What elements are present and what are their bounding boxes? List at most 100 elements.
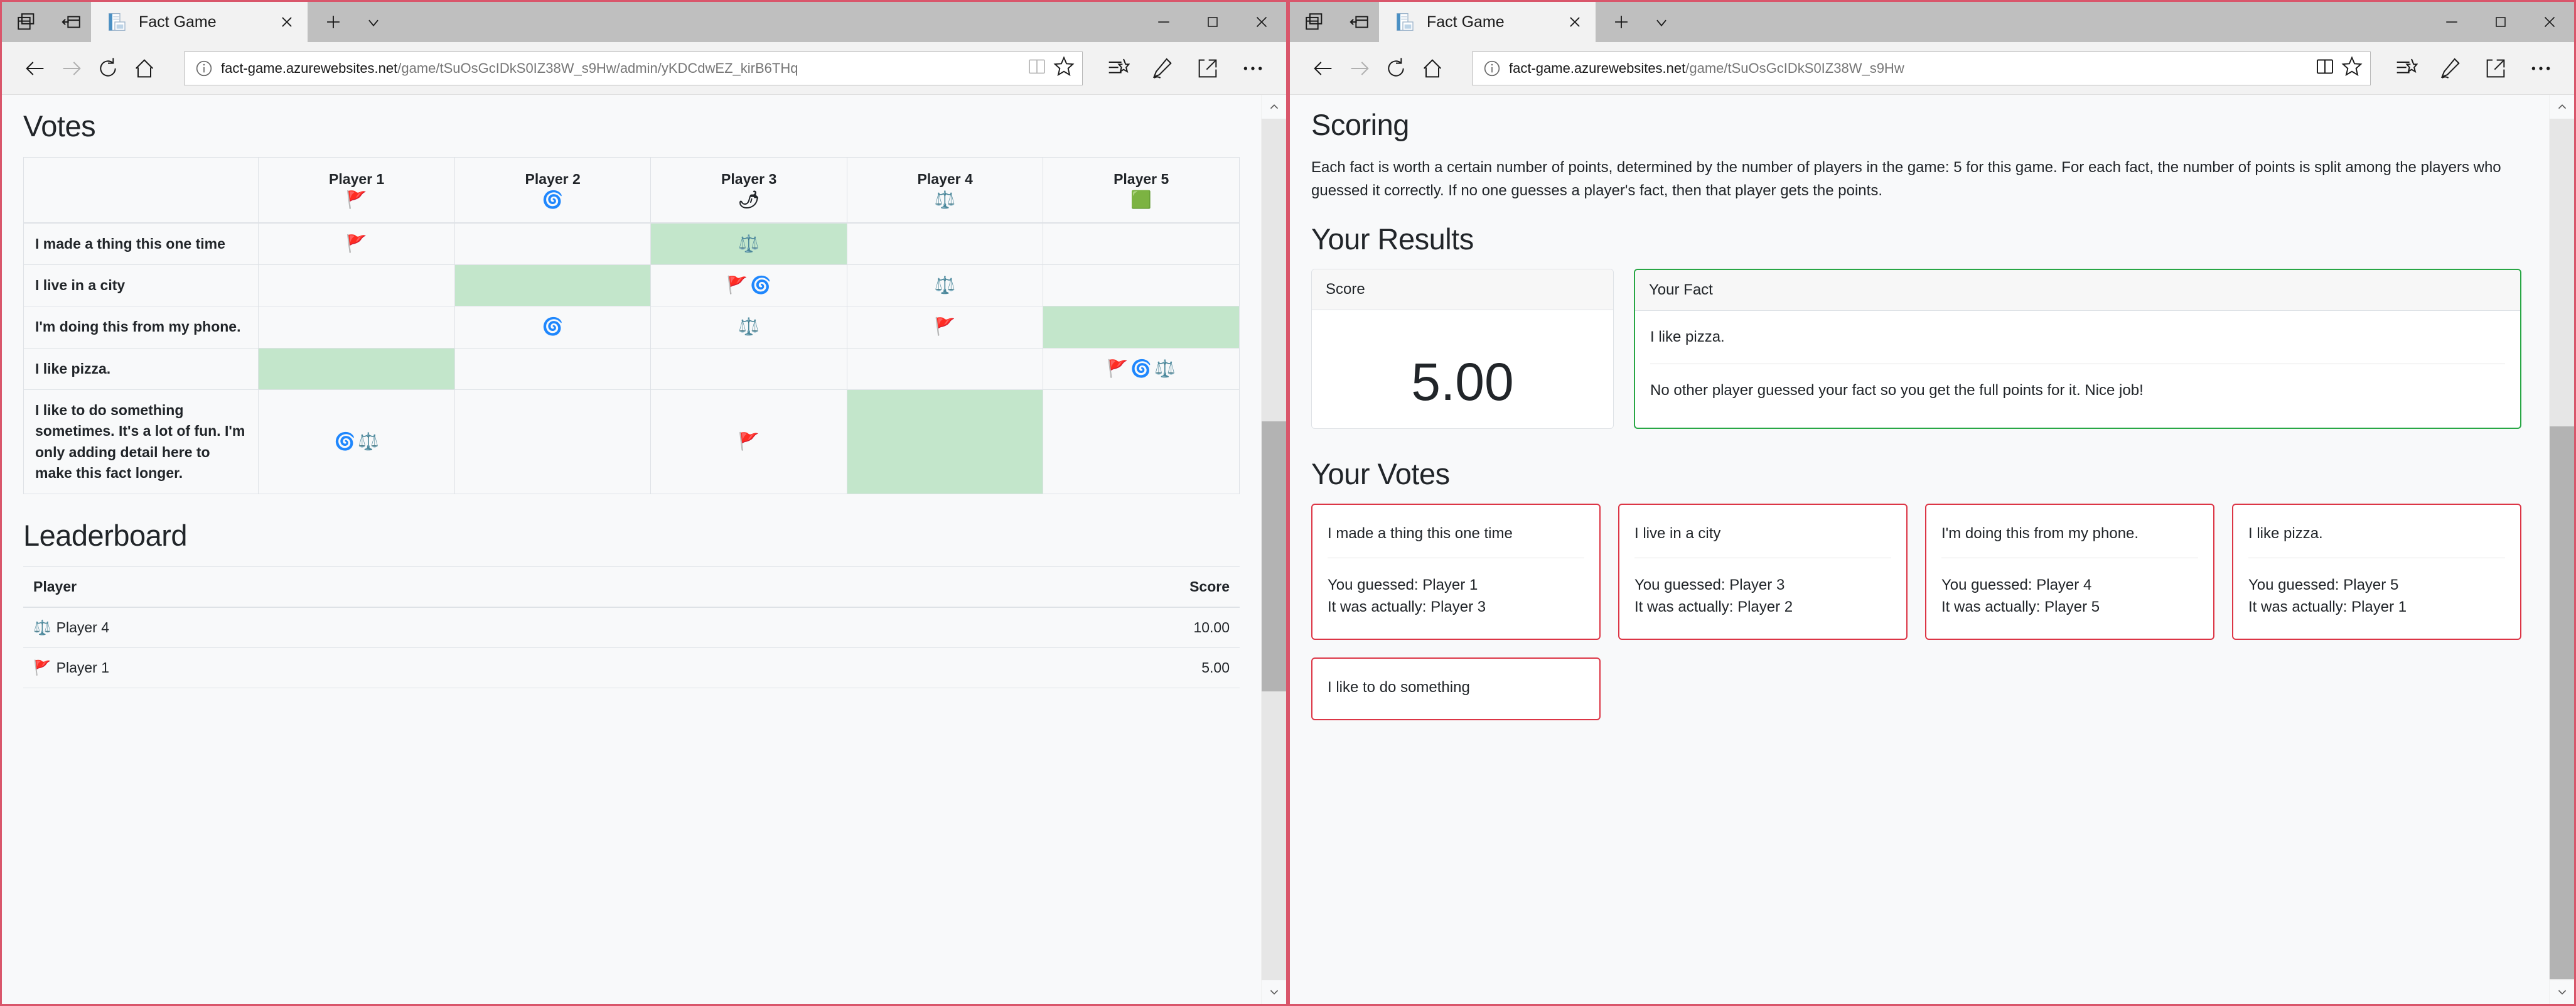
tabs-preview-icon[interactable] [16, 11, 37, 33]
table-row: I like to do something sometimes. It's a… [23, 389, 1240, 495]
leaderboard-heading: Leaderboard [23, 519, 188, 553]
scrollbar-thumb[interactable] [2550, 426, 2574, 979]
reading-view-icon[interactable] [2314, 55, 2336, 81]
scoring-heading: Scoring [1311, 108, 1409, 141]
refresh-icon[interactable] [90, 50, 126, 87]
reading-view-icon[interactable] [1026, 55, 1048, 81]
set-tabs-aside-icon[interactable] [1349, 11, 1370, 33]
scrollbar-thumb[interactable] [1262, 421, 1286, 691]
close-window-icon[interactable] [1237, 2, 1286, 42]
vote-cell [846, 222, 1044, 265]
player-avatar-icon: 🌶 [738, 190, 760, 210]
home-icon[interactable] [126, 50, 163, 87]
page-scrollbar-right[interactable] [2549, 95, 2574, 1004]
page-favicon-icon [1395, 11, 1415, 33]
leaderboard-table: Player Score ⚖️ Player 4 10.00 🚩 Player 1 5.0… [23, 566, 1240, 689]
vote-card: I live in a city You guessed: Player 3 It … [1618, 504, 1908, 640]
toolbar-right: fact-game.azurewebsites.net/game/tSuOsGc… [1290, 42, 2574, 95]
site-info-icon[interactable] [193, 58, 215, 79]
fact-label: I like pizza. [23, 347, 259, 390]
minimize-icon[interactable] [2427, 2, 2476, 42]
page-viewport-right: Scoring Each fact is worth a certain num… [1290, 95, 2574, 1004]
new-tab-icon[interactable] [323, 11, 344, 33]
tabs-preview-icon[interactable] [1304, 11, 1325, 33]
vote-cell: ⚖️ [650, 306, 847, 349]
player-name: Player 1 [56, 659, 110, 676]
star-icon[interactable] [2340, 55, 2364, 82]
star-icon[interactable] [1052, 55, 1076, 82]
more-icon[interactable] [1235, 50, 1271, 87]
player-vote-icon: 🚩 [1107, 359, 1129, 379]
grid-filler [2232, 657, 2521, 720]
dual-browser-screen: Fact Game fact-game.azurewebsites.net/ga… [0, 0, 2576, 1006]
tab-strip-drag-area [399, 2, 1139, 42]
back-arrow-icon[interactable] [1305, 50, 1341, 87]
vote-cell: 🚩 [650, 389, 847, 495]
vote-card-guess: You guessed: Player 5 [2248, 576, 2399, 594]
scrollbar-track[interactable] [2550, 119, 2574, 980]
home-icon[interactable] [1414, 50, 1451, 87]
scroll-down-icon[interactable] [1262, 980, 1286, 1004]
vote-cell: 🌀 ⚖️ [258, 389, 455, 495]
close-icon[interactable] [1564, 11, 1586, 33]
votes-player-header: Player 2 🌀 [454, 157, 652, 224]
leaderboard-player-cell: ⚖️ Player 4 [23, 607, 771, 649]
votes-header-row: Player 1 🚩 Player 2 🌀 Player 3 🌶 Player … [23, 157, 1240, 224]
votes-player-header: Player 1 🚩 [258, 157, 455, 224]
close-window-icon[interactable] [2525, 2, 2574, 42]
player-name: Player 4 [56, 619, 110, 636]
maximize-icon[interactable] [2476, 2, 2525, 42]
tab-title: Fact Game [139, 13, 217, 31]
tab-strip-right: Fact Game [1290, 2, 2574, 42]
scrollbar-track[interactable] [1262, 119, 1286, 980]
vote-card-fact: I live in a city [1634, 525, 1721, 543]
scroll-up-icon[interactable] [2550, 95, 2574, 119]
table-row: 🚩 Player 1 5.00 [23, 647, 1240, 689]
set-tabs-aside-icon[interactable] [61, 11, 82, 33]
player-name: Player 5 [1114, 171, 1169, 188]
vote-card-partial: I like to do something [1311, 657, 1601, 720]
scroll-down-icon[interactable] [2550, 980, 2574, 1004]
share-icon[interactable] [1189, 50, 1226, 87]
more-icon[interactable] [2523, 50, 2559, 87]
vote-card-guess: You guessed: Player 1 [1328, 576, 1478, 594]
tab-system-buttons-right [1290, 2, 1379, 42]
close-icon[interactable] [276, 11, 298, 33]
vote-cell-correct: ⚖️ [650, 222, 847, 265]
your-fact-note: No other player guessed your fact so you… [1650, 381, 2144, 399]
fact-label: I live in a city [23, 264, 259, 307]
share-icon[interactable] [2477, 50, 2514, 87]
new-tab-icon[interactable] [1611, 11, 1632, 33]
tab-actions-right [1596, 2, 1687, 42]
address-bar-right[interactable]: fact-game.azurewebsites.net/game/tSuOsGc… [1472, 51, 2371, 85]
chevron-down-icon[interactable] [363, 11, 384, 33]
refresh-icon[interactable] [1378, 50, 1414, 87]
favorites-hub-icon[interactable] [2387, 50, 2423, 87]
vote-cell [258, 306, 455, 349]
site-info-icon[interactable] [1481, 58, 1503, 79]
player-vote-icon: 🚩 [738, 432, 759, 452]
browser-window-right: Fact Game fact-game.azurewebsites.net/ga… [1288, 0, 2576, 1006]
results-card-row: Score 5.00 Your Fact I like pizza. No ot… [1311, 268, 2521, 430]
vote-card-fact: I'm doing this from my phone. [1941, 525, 2139, 543]
scroll-up-icon[interactable] [1262, 95, 1286, 119]
favorites-hub-icon[interactable] [1099, 50, 1135, 87]
vote-cell [1043, 264, 1240, 307]
vote-card-guess: You guessed: Player 3 [1634, 576, 1785, 594]
tab-fact-game-left[interactable]: Fact Game [91, 2, 308, 42]
web-notes-pen-icon[interactable] [1144, 50, 1181, 87]
web-notes-pen-icon[interactable] [2432, 50, 2469, 87]
vote-cell [454, 347, 652, 390]
maximize-icon[interactable] [1188, 2, 1237, 42]
tab-fact-game-right[interactable]: Fact Game [1379, 2, 1596, 42]
url-path: /game/tSuOsGcIDkS0IZ38W_s9Hw/admin/yKDCd… [397, 60, 798, 76]
vote-card-actual: It was actually: Player 2 [1634, 598, 1793, 616]
toolbar-actions-left [1099, 50, 1276, 87]
leaderboard-body: ⚖️ Player 4 10.00 🚩 Player 1 5.00 [23, 607, 1240, 689]
page-scrollbar-left[interactable] [1261, 95, 1286, 1004]
your-votes-card-grid-overflow: I like to do something [1311, 657, 2521, 720]
chevron-down-icon[interactable] [1651, 11, 1672, 33]
address-bar-left[interactable]: fact-game.azurewebsites.net/game/tSuOsGc… [184, 51, 1083, 85]
back-arrow-icon[interactable] [17, 50, 53, 87]
minimize-icon[interactable] [1139, 2, 1188, 42]
